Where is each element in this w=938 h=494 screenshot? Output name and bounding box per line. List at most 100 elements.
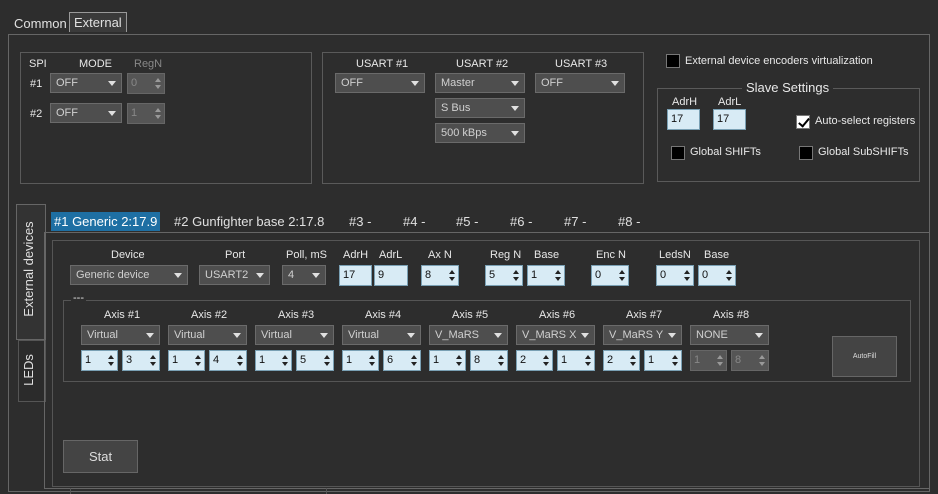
encn-stepper[interactable]: 0 [591,265,629,286]
axis-7-index-stepper[interactable]: 1 [644,350,682,371]
global-shifts-label: Global SHIFTs [690,146,761,158]
bottom-divider [70,488,327,494]
axis-8-label: Axis #8 [713,309,750,321]
usart3-header: USART #3 [555,58,608,70]
axis-5-type-select[interactable]: V_MaRS [429,325,508,345]
axis-8-index-stepper[interactable]: 8 [731,350,769,371]
axn-header: Ax N [428,249,452,261]
axis-3-index-stepper[interactable]: 5 [296,350,334,371]
slave-adrh-label: AdrH [672,96,698,108]
device-adrl-field[interactable]: 9 [374,265,408,286]
axes-group-label: --- [71,292,86,304]
axis-3-label: Axis #3 [278,309,315,321]
device-header: Device [111,249,145,261]
ext-enc-virtualization-checkbox[interactable] [666,54,680,68]
ledsn-header: LedsN [659,249,691,261]
axis-1-reg-stepper[interactable]: 1 [81,350,118,371]
adrh-header: AdrH [343,249,369,261]
axis-4-index-stepper[interactable]: 6 [383,350,421,371]
spi2-mode-select[interactable]: OFF [50,103,122,123]
usart1-header: USART #1 [356,58,409,70]
global-subshifts-checkbox[interactable] [799,146,813,160]
tab-external[interactable]: External [69,12,127,32]
poll-select[interactable]: 4 [282,265,326,285]
tab-common[interactable]: Common [10,14,71,33]
device-tab-2[interactable]: #2 Gunfighter base 2:17.8 [170,212,328,231]
base-header: Base [534,249,560,261]
device-tab-7[interactable]: #7 - [560,212,590,231]
axis-4-type-select[interactable]: Virtual [342,325,421,345]
slave-settings-title: Slave Settings [742,80,834,95]
axis-2-label: Axis #2 [191,309,228,321]
port-header: Port [225,249,246,261]
spi-mode-header: MODE [79,58,112,70]
axn-stepper[interactable]: 8 [421,265,459,286]
slave-adrl-label: AdrL [718,96,742,108]
stat-button[interactable]: Stat [63,440,138,473]
axis-3-type-select[interactable]: Virtual [255,325,334,345]
axis-5-label: Axis #5 [452,309,489,321]
base-stepper[interactable]: 1 [527,265,565,286]
global-shifts-checkbox[interactable] [671,146,685,160]
poll-header: Poll, mS [286,249,327,261]
adrl-header: AdrL [379,249,403,261]
axis-1-label: Axis #1 [104,309,141,321]
axis-8-reg-stepper[interactable]: 1 [690,350,727,371]
regn-stepper[interactable]: 5 [485,265,523,286]
device-tab-1[interactable]: #1 Generic 2:17.9 [51,212,161,231]
usart3-select[interactable]: OFF [535,73,625,93]
axis-5-index-stepper[interactable]: 8 [470,350,508,371]
device-tab-8[interactable]: #8 - [614,212,644,231]
axis-6-type-select[interactable]: V_MaRS X [516,325,595,345]
auto-select-registers-label: Auto-select registers [815,115,916,127]
axis-8-type-select[interactable]: NONE [690,325,769,345]
axis-7-label: Axis #7 [626,309,663,321]
axis-6-index-stepper[interactable]: 1 [557,350,595,371]
regn-header: Reg N [490,249,522,261]
device-tab-4[interactable]: #4 - [399,212,429,231]
axis-7-type-select[interactable]: V_MaRS Y [603,325,682,345]
spi-title: SPI [29,58,47,70]
axis-4-label: Axis #4 [365,309,402,321]
axis-2-reg-stepper[interactable]: 1 [168,350,205,371]
slave-adrh-field[interactable]: 17 [667,109,700,130]
device-tab-5[interactable]: #5 - [452,212,482,231]
ledsn-stepper[interactable]: 0 [656,265,694,286]
spi2-regn-stepper[interactable]: 1 [127,103,165,124]
axis-2-index-stepper[interactable]: 4 [209,350,247,371]
axis-1-type-select[interactable]: Virtual [81,325,160,345]
device-tab-6[interactable]: #6 - [506,212,536,231]
ext-enc-virtualization-label: External device encoders virtualization [685,55,873,67]
device-tab-3[interactable]: #3 - [345,212,375,231]
base2-stepper[interactable]: 0 [698,265,736,286]
device-adrh-field[interactable]: 17 [339,265,372,286]
axis-2-type-select[interactable]: Virtual [168,325,247,345]
axis-5-reg-stepper[interactable]: 1 [429,350,466,371]
usart2-protocol-select[interactable]: S Bus [435,98,525,118]
slave-adrl-field[interactable]: 17 [713,109,746,130]
axis-7-reg-stepper[interactable]: 2 [603,350,640,371]
port-select[interactable]: USART2 [199,265,270,285]
usart2-speed-select[interactable]: 500 kBps [435,123,525,143]
global-subshifts-label: Global SubSHIFTs [818,146,909,158]
autofill-button[interactable]: AutoFill [832,336,897,377]
base2-header: Base [704,249,730,261]
axis-1-index-stepper[interactable]: 3 [122,350,160,371]
axis-6-label: Axis #6 [539,309,576,321]
usart2-header: USART #2 [456,58,509,70]
auto-select-registers-checkbox[interactable] [796,115,810,129]
usart1-select[interactable]: OFF [335,73,425,93]
axis-4-reg-stepper[interactable]: 1 [342,350,379,371]
axis-3-reg-stepper[interactable]: 1 [255,350,292,371]
usart2-role-select[interactable]: Master [435,73,525,93]
device-select[interactable]: Generic device [70,265,188,285]
axis-6-reg-stepper[interactable]: 2 [516,350,553,371]
spi1-regn-stepper[interactable]: 0 [127,73,165,94]
spi-regn-header: RegN [134,58,163,70]
spi-row2-label: #2 [30,108,43,120]
app-window: { "top_tabs": ["Common", "External"], "s… [0,0,938,494]
spi-row1-label: #1 [30,78,43,90]
side-tab-leds-label: LEDs [21,354,36,386]
side-tab-external-devices-label: External devices [21,221,36,317]
spi1-mode-select[interactable]: OFF [50,73,122,93]
